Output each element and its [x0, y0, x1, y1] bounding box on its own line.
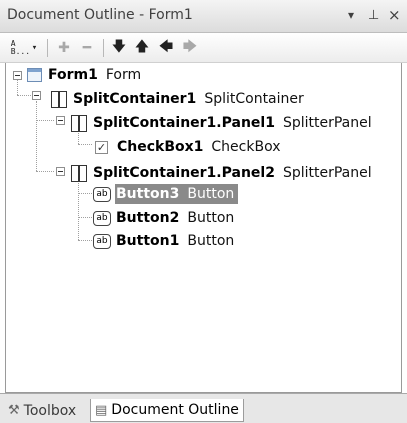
panel-title: Document Outline - Form1: [7, 7, 193, 23]
outline-toolbar: AB... ▾ ✚ ━ 🡇 🡅 🡄 🡆: [0, 33, 407, 63]
checkbox-icon: ✓: [95, 140, 108, 154]
button-icon: ab: [93, 233, 111, 249]
selection-highlight: Button3 Button: [115, 184, 239, 204]
tab-label: Toolbox: [23, 402, 77, 419]
node-type: SplitContainer: [204, 91, 304, 107]
tree-connector: [36, 171, 54, 172]
panel-title-bar[interactable]: Document Outline - Form1 ▾ ⊥ ×: [0, 0, 407, 33]
document-outline-icon: ▤: [95, 402, 108, 418]
tree-connector: [17, 95, 31, 96]
tab-document-outline[interactable]: ▤ Document Outline: [90, 399, 244, 422]
collapse-toggle[interactable]: [56, 167, 65, 176]
form-icon: [27, 68, 42, 82]
expand-all-button[interactable]: ✚: [55, 38, 73, 58]
tree-connector: [78, 240, 92, 241]
tree-connector: [78, 193, 92, 194]
node-name: Button2: [116, 210, 180, 226]
node-type: SplitterPanel: [282, 165, 372, 181]
splitter-panel-icon: [71, 164, 87, 182]
tree-connector: [36, 120, 54, 121]
node-name: Button1: [116, 233, 180, 249]
tree-node-button2[interactable]: ab Button2 Button: [93, 207, 234, 229]
tab-toolbox[interactable]: ⚒ Toolbox: [4, 400, 80, 421]
close-icon[interactable]: ×: [388, 6, 401, 24]
panel-tab-strip: ⚒ Toolbox ▤ Document Outline: [0, 393, 407, 423]
collapse-all-button[interactable]: ━: [78, 38, 96, 58]
node-type: Form: [105, 67, 142, 83]
node-name: SplitContainer1: [73, 91, 197, 107]
node-name: Form1: [48, 67, 98, 83]
window-position-dropdown-icon[interactable]: ▾: [348, 8, 354, 22]
view-mode-icon: AB...: [10, 39, 31, 56]
tree-node-form1[interactable]: Form1 Form: [27, 64, 141, 86]
tab-label: Document Outline: [111, 402, 239, 418]
tree-node-panel1[interactable]: SplitContainer1.Panel1 SplitterPanel: [71, 112, 372, 134]
view-mode-button[interactable]: AB... ▾: [6, 38, 42, 58]
node-name: Button3: [116, 186, 180, 202]
move-down-button[interactable]: 🡇: [110, 38, 128, 58]
move-in-icon: 🡆: [182, 39, 198, 55]
toolbox-icon: ⚒: [8, 403, 20, 418]
move-up-button[interactable]: 🡅: [133, 38, 151, 58]
node-name: SplitContainer1.Panel1: [93, 115, 275, 131]
collapse-toggle[interactable]: [32, 91, 41, 100]
outline-tree[interactable]: Form1 Form SplitContainer1 SplitContaine…: [5, 63, 402, 393]
tree-connector: [17, 80, 18, 95]
expand-all-icon: ✚: [58, 40, 70, 56]
pin-icon[interactable]: ⊥: [368, 8, 379, 23]
node-type: Button: [187, 210, 235, 226]
node-type: CheckBox: [211, 139, 281, 155]
button-icon: ab: [93, 186, 111, 202]
move-down-icon: 🡇: [111, 39, 127, 55]
node-name: SplitContainer1.Panel2: [93, 165, 275, 181]
button-icon: ab: [93, 210, 111, 226]
document-outline-panel: Document Outline - Form1 ▾ ⊥ × AB... ▾ ✚…: [0, 0, 407, 423]
tree-connector: [78, 177, 79, 240]
move-out-button[interactable]: 🡄: [157, 38, 175, 58]
tree-node-button3[interactable]: ab Button3 Button: [93, 183, 239, 205]
move-up-icon: 🡅: [134, 39, 150, 55]
collapse-toggle[interactable]: [56, 116, 65, 125]
tree-connector: [36, 101, 37, 171]
node-type: SplitterPanel: [282, 115, 372, 131]
node-type: Button: [187, 233, 235, 249]
collapse-toggle[interactable]: [13, 71, 22, 80]
node-name: CheckBox1: [117, 139, 204, 155]
collapse-all-icon: ━: [82, 40, 92, 56]
move-out-icon: 🡄: [158, 39, 174, 55]
split-container-icon: [51, 90, 67, 108]
tree-connector: [78, 217, 92, 218]
tree-node-button1[interactable]: ab Button1 Button: [93, 230, 234, 252]
move-in-button[interactable]: 🡆: [181, 38, 199, 58]
toolbar-separator: [47, 39, 48, 57]
node-type: Button: [187, 186, 235, 202]
tree-connector: [78, 144, 92, 145]
tree-node-panel2[interactable]: SplitContainer1.Panel2 SplitterPanel: [71, 162, 372, 184]
toolbar-separator: [103, 39, 104, 57]
tree-node-checkbox1[interactable]: ✓ CheckBox1 CheckBox: [95, 136, 281, 158]
splitter-panel-icon: [71, 114, 87, 132]
tree-node-splitcontainer1[interactable]: SplitContainer1 SplitContainer: [51, 88, 304, 110]
chevron-down-icon: ▾: [31, 43, 38, 53]
